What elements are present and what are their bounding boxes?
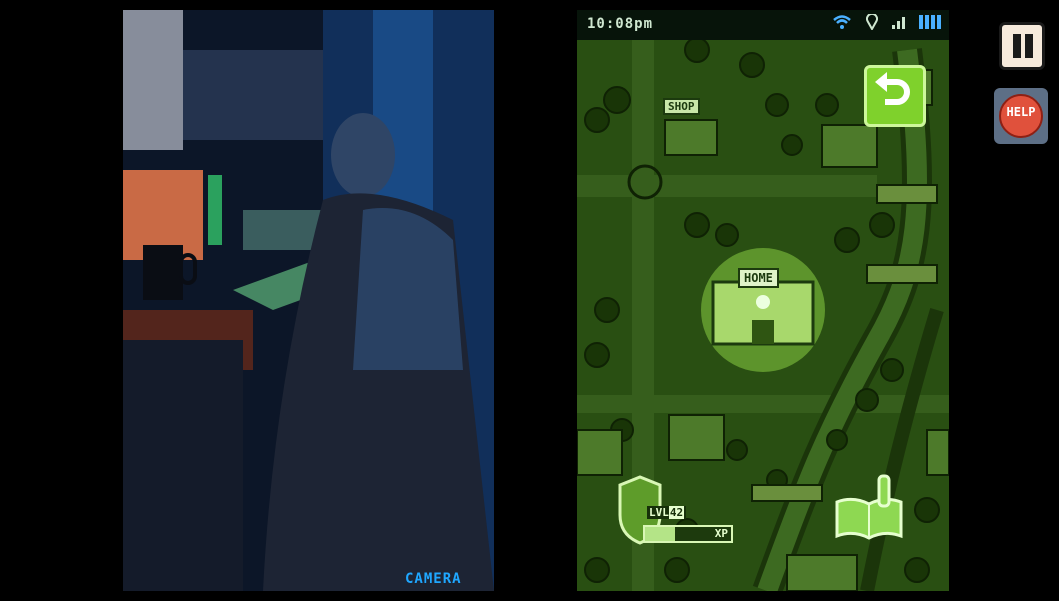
help-button[interactable]: HELP [994,88,1048,144]
camera-scene [123,10,494,591]
back-button[interactable] [864,65,926,127]
help-label: HELP [1006,105,1036,119]
xp-fill [645,527,676,541]
game-map[interactable]: 10:08pm SHOP HOME LVL42 XP [577,10,949,591]
pause-button[interactable] [999,22,1045,70]
camera-label: CAMERA [405,571,462,587]
wifi-icon [833,15,851,29]
shop-label[interactable]: SHOP [663,98,700,115]
journal-button[interactable] [833,472,905,542]
battery-icon [919,15,941,29]
camera-feed [123,10,494,591]
journal-book-icon [835,474,903,540]
level-value: 42 [668,506,685,519]
signal-icon [892,15,905,29]
xp-bar: XP [643,525,733,543]
back-arrow-icon [875,72,910,105]
status-bar: 10:08pm [577,10,949,40]
location-icon [866,14,878,30]
clock-time: 10:08pm [587,16,654,32]
level-label: LVL [649,506,669,519]
xp-label: XP [714,527,728,540]
home-label[interactable]: HOME [738,268,779,288]
level-indicator: LVL42 [647,506,687,519]
